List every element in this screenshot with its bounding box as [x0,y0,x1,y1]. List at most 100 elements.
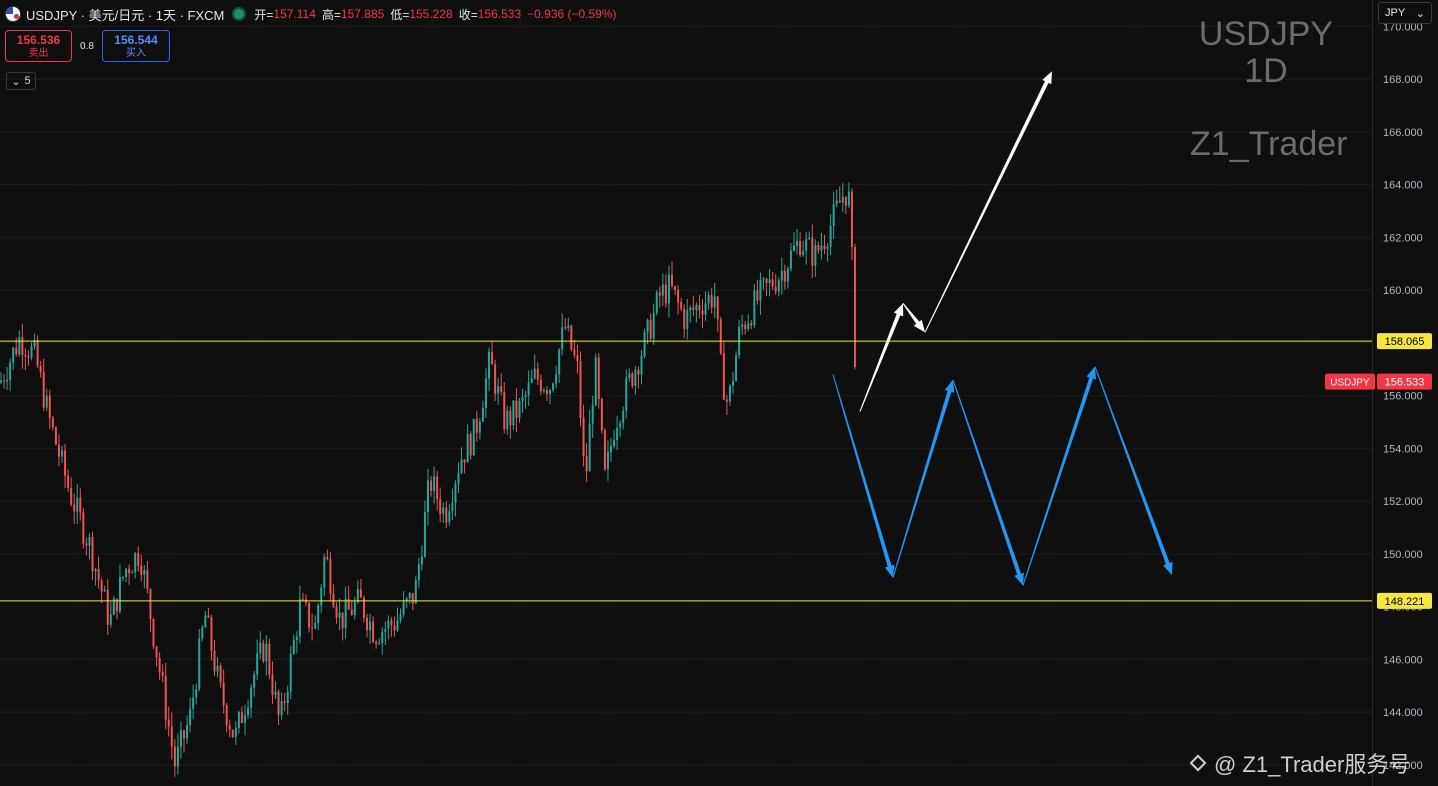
candle-down [664,284,667,304]
candle-up [204,615,207,628]
candle-up [542,390,545,392]
candle-up [192,697,195,709]
candle-up [6,379,9,382]
candle-up [250,687,253,708]
candle-up [45,395,48,408]
candle-down [545,390,548,395]
candle-up [396,620,399,631]
candle-down [677,290,680,303]
candle-down [573,349,576,356]
candle-down [692,307,695,311]
candle-down [21,337,24,355]
candle-down [597,357,600,400]
candle-down [39,366,42,373]
candle-up [244,715,246,723]
candle-up [457,472,460,484]
candle-up [88,537,91,546]
candle-up [253,674,256,688]
candle-down [167,719,170,727]
currency-selector[interactable]: JPY ⌄ [1378,2,1432,24]
candle-up [655,292,658,313]
candle-down [207,615,210,618]
candle-down [799,241,802,256]
market-status-dot-icon[interactable] [234,9,245,19]
candle-down [674,286,677,291]
collapse-count: 5 [24,75,31,87]
candle-up [189,708,192,726]
candle-up [143,570,146,575]
candle-down [658,292,661,296]
arrow-head [1014,572,1024,586]
candle-up [606,451,609,470]
candle-down [161,672,164,677]
candle-down [637,369,640,375]
candle-up [201,627,204,639]
candle-up [533,368,536,379]
candle-down [750,323,753,326]
candle-down [430,480,433,492]
candle-down [393,625,396,631]
candle-up [131,572,134,574]
candle-up [661,284,664,296]
candle-up [472,418,475,456]
low-value: 155.228 [409,7,453,21]
level-price-label: 148.221 [1385,596,1425,608]
symbol-title[interactable]: USDJPY · 美元/日元 · 1天 · FXCM [26,5,224,24]
candle-down [350,609,353,616]
candle-up [622,410,625,424]
candle-up [561,327,564,350]
candle-up [384,628,387,632]
candle-up [369,621,372,631]
candle-down [213,650,216,672]
buy-button[interactable]: 156.544 买入 [102,30,170,62]
candle-down [390,620,393,626]
y-tick-label: 152.000 [1383,496,1423,508]
candle-up [524,395,527,397]
candle-up [338,612,341,618]
candle-down [158,657,161,673]
candle-down [82,512,85,544]
drawing-arrows[interactable] [832,71,1173,586]
currency-label: JPY [1385,7,1406,19]
indicators-collapse-button[interactable]: ⌄ 5 [6,72,36,90]
sell-button[interactable]: 156.536 卖出 [5,30,72,62]
candle-up [417,564,420,581]
candle-up [793,245,795,251]
y-tick-label: 168.000 [1383,74,1423,86]
candle-up [667,274,670,304]
price-axis[interactable]: 142.000144.000146.000148.000150.000152.0… [1325,0,1438,786]
candle-down [301,599,304,601]
price-chart[interactable]: 142.000144.000146.000148.000150.000152.0… [0,0,1438,786]
chevron-down-icon: ⌄ [1415,7,1425,20]
candle-down [854,247,856,368]
candle-down [579,360,582,418]
white-projection-arrow[interactable] [859,71,1052,412]
candle-up [549,390,551,395]
close-value: 156.533 [477,7,522,21]
arrow-segment [902,303,921,326]
candle-down [100,580,103,592]
candle-up [747,323,750,330]
usd-jpy-flag-icon [6,7,20,21]
candle-down [240,712,243,723]
candle-down [375,642,378,644]
candle-up [61,450,63,457]
blue-projection-arrow[interactable] [832,366,1173,586]
candle-down [698,305,701,311]
candle-down [155,646,158,658]
candle-up [12,347,15,363]
y-tick-label: 156.000 [1383,391,1423,403]
candle-up [118,577,121,612]
candle-down [372,621,375,643]
candle-up [18,337,21,355]
y-tick-label: 162.000 [1383,232,1423,244]
candle-down [765,278,768,283]
candle-down [329,559,332,594]
candle-down [436,476,439,500]
candle-down [173,746,176,767]
candle-down [823,245,826,249]
grid-lines [0,0,1372,786]
candle-down [585,455,588,472]
candle-down [756,290,759,301]
symbol-legend[interactable]: USDJPY · 美元/日元 · 1天 · FXCM 开= 157.114 高= 1… [6,5,623,23]
